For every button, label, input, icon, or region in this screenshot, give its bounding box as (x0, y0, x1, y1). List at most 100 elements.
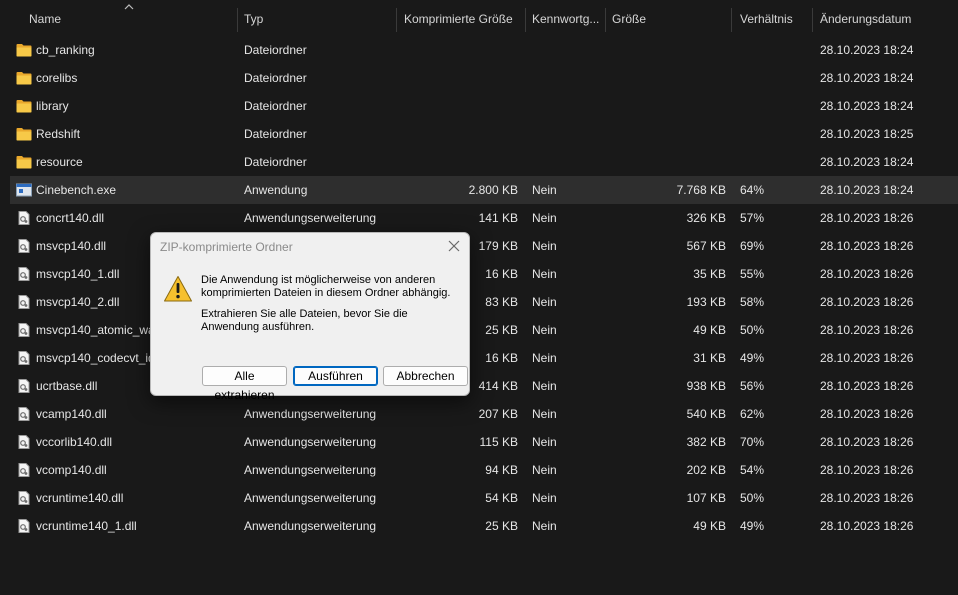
file-type: Dateiordner (244, 71, 307, 85)
dialog-title: ZIP-komprimierte Ordner (160, 240, 293, 254)
file-type: Anwendungserweiterung (244, 211, 377, 225)
file-type: Dateiordner (244, 127, 307, 141)
compressed-size (400, 36, 518, 64)
column-divider[interactable] (525, 8, 526, 32)
file-name: resource (36, 155, 83, 169)
column-modified-date[interactable]: Änderungsdatum (820, 0, 950, 36)
column-compressed-size[interactable]: Komprimierte Größe (404, 0, 522, 36)
password-protected (532, 36, 602, 64)
column-header: Name Typ Komprimierte Größe Kennwortg...… (0, 0, 958, 36)
column-size[interactable]: Größe (612, 0, 728, 36)
file-size (610, 120, 726, 148)
file-size: 326 KB (686, 211, 726, 225)
table-row[interactable]: Redshift Dateiordner 28.10.2023 18:25 (10, 120, 958, 148)
file-name: vcomp140.dll (36, 463, 107, 477)
compression-ratio (740, 64, 810, 92)
password-protected: Nein (532, 519, 557, 533)
file-name: Redshift (36, 127, 81, 141)
file-type: Anwendung (244, 183, 308, 197)
file-size: 31 KB (693, 351, 726, 365)
compression-ratio: 58% (740, 295, 765, 309)
table-row[interactable]: vcruntime140.dll Anwendungserweiterung 54 … (10, 484, 958, 512)
compressed-size: 25 KB (485, 519, 518, 533)
modified-date: 28.10.2023 18:24 (820, 71, 914, 85)
dll-icon (16, 379, 32, 393)
dialog-message-line2: Extrahieren Sie alle Dateien, bevor Sie … (201, 308, 408, 333)
password-protected: Nein (532, 267, 557, 281)
password-protected: Nein (532, 435, 557, 449)
dll-icon (16, 239, 32, 253)
table-row[interactable]: concrt140.dll Anwendungserweiterung 141 KB… (10, 204, 958, 232)
folder-icon (16, 99, 32, 113)
compression-ratio (740, 120, 810, 148)
file-size: 7.768 KB (676, 183, 726, 197)
dll-icon (16, 519, 32, 533)
dll-icon (16, 211, 32, 225)
file-size: 49 KB (693, 519, 726, 533)
password-protected: Nein (532, 379, 557, 393)
modified-date: 28.10.2023 18:26 (820, 435, 914, 449)
modified-date: 28.10.2023 18:25 (820, 127, 914, 141)
compression-ratio: 62% (740, 407, 765, 421)
password-protected: Nein (532, 351, 557, 365)
password-protected: Nein (532, 295, 557, 309)
file-size: 382 KB (686, 435, 726, 449)
column-ratio[interactable]: Verhältnis (740, 0, 810, 36)
compression-ratio: 57% (740, 211, 765, 225)
file-name: vcamp140.dll (36, 407, 107, 421)
table-row[interactable]: cb_ranking Dateiordner 28.10.2023 18:24 (10, 36, 958, 64)
compression-ratio: 70% (740, 435, 765, 449)
run-button[interactable]: Ausführen (293, 366, 378, 386)
column-type[interactable]: Typ (244, 0, 394, 36)
file-name: Cinebench.exe (36, 183, 117, 197)
file-type: Anwendungserweiterung (244, 519, 377, 533)
column-password[interactable]: Kennwortg... (532, 0, 604, 36)
dialog-message-line1: Die Anwendung ist möglicherweise von and… (201, 274, 451, 299)
compressed-size (400, 148, 518, 176)
modified-date: 28.10.2023 18:26 (820, 407, 914, 421)
compression-ratio: 50% (740, 323, 765, 337)
file-type: Anwendungserweiterung (244, 463, 377, 477)
file-type: Dateiordner (244, 155, 307, 169)
file-type: Anwendungserweiterung (244, 491, 377, 505)
table-row[interactable]: library Dateiordner 28.10.2023 18:24 (10, 92, 958, 120)
compressed-size: 54 KB (485, 491, 518, 505)
compressed-size (400, 120, 518, 148)
file-size (610, 36, 726, 64)
file-size (610, 64, 726, 92)
modified-date: 28.10.2023 18:26 (820, 463, 914, 477)
table-row[interactable]: vcruntime140_1.dll Anwendungserweiterung 2… (10, 512, 958, 540)
compressed-size (400, 92, 518, 120)
table-row[interactable]: resource Dateiordner 28.10.2023 18:24 (10, 148, 958, 176)
extract-all-button[interactable]: Alle extrahieren (202, 366, 287, 402)
compression-ratio (740, 36, 810, 64)
column-divider[interactable] (812, 8, 813, 32)
folder-icon (16, 127, 32, 141)
table-row[interactable]: vcamp140.dll Anwendungserweiterung 207 KB N… (10, 400, 958, 428)
table-row[interactable]: Cinebench.exe Anwendung 2.800 KB Nein 7.768 … (10, 176, 958, 204)
column-divider[interactable] (731, 8, 732, 32)
column-divider[interactable] (605, 8, 606, 32)
table-row[interactable]: vcomp140.dll Anwendungserweiterung 94 KB Ne… (10, 456, 958, 484)
file-size: 107 KB (686, 491, 726, 505)
file-size: 49 KB (693, 323, 726, 337)
compression-ratio: 64% (740, 183, 765, 197)
dll-icon (16, 267, 32, 281)
modified-date: 28.10.2023 18:26 (820, 239, 914, 253)
file-size: 202 KB (686, 463, 726, 477)
column-divider[interactable] (396, 8, 397, 32)
compression-ratio: 49% (740, 351, 765, 365)
column-divider[interactable] (237, 8, 238, 32)
table-row[interactable]: corelibs Dateiordner 28.10.2023 18:24 (10, 64, 958, 92)
column-name[interactable]: Name (29, 0, 229, 36)
password-protected: Nein (532, 239, 557, 253)
modified-date: 28.10.2023 18:26 (820, 267, 914, 281)
cancel-button[interactable]: Abbrechen (383, 366, 468, 386)
compression-ratio: 69% (740, 239, 765, 253)
password-protected (532, 148, 602, 176)
close-icon[interactable] (447, 239, 461, 253)
table-row[interactable]: vccorlib140.dll Anwendungserweiterung 115 … (10, 428, 958, 456)
compressed-size: 2.800 KB (468, 183, 518, 197)
compression-ratio: 54% (740, 463, 765, 477)
dll-icon (16, 435, 32, 449)
